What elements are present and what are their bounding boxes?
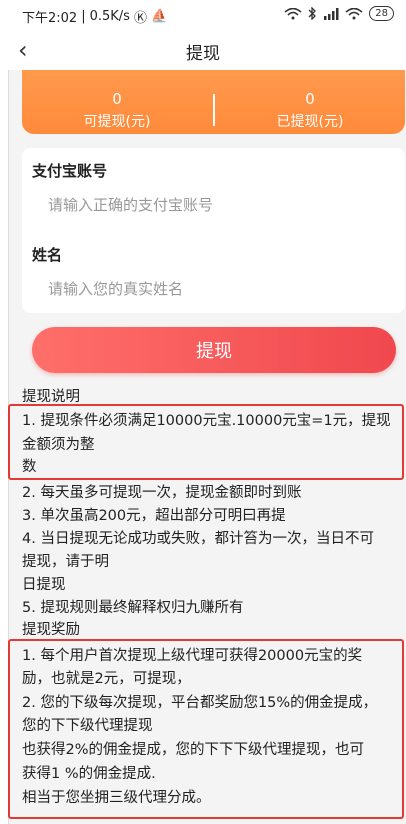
withdrawn-value: 0 [305,90,315,108]
page-title: 提现 [186,44,220,64]
signal-icon [324,7,339,20]
status-bar: 下午2:02 | 0.5K/s Ⓚ ⛵ 28 [0,0,406,30]
rule-5: 5. 提现规则最终解释权归九赚所有 [22,600,244,616]
k-icon: Ⓚ [133,11,147,26]
withdrawable-value: 0 [112,90,122,108]
rule-4-line-2: 提现，请于明 [22,554,109,570]
wifi-icon-2 [345,7,363,19]
withdrawable-label: 可提现(元) [83,114,151,130]
name-label: 姓名 [32,246,63,264]
highlight-box-rules [8,404,404,480]
status-left: 下午2:02 | 0.5K/s Ⓚ ⛵ [22,7,167,26]
rule-3: 3. 单次虽高200元，超出部分可明曰再提 [22,508,286,524]
status-separator: | [81,9,86,24]
highlight-box-rewards [8,639,404,819]
rule-4-line-1: 4. 当日提现无论成功或失败，都计笞为一次，当日不可 [22,531,374,547]
withdraw-button[interactable]: 提现 [32,327,396,373]
status-right: 28 [284,6,394,21]
withdrawn-block: 0 已提现(元) [215,90,405,131]
real-name-input[interactable] [48,278,388,300]
alipay-label: 支付宝账号 [32,162,108,180]
status-time: 下午2:02 [22,11,78,26]
boat-icon: ⛵ [150,9,168,24]
rule-4-line-3: 日提现 [22,577,66,593]
withdrawable-block: 0 可提现(元) [22,90,212,131]
wifi-icon [284,7,302,19]
rule-2: 2. 每天虽多可提现一次，提现金额即时到账 [22,485,302,501]
network-speed: 0.5K/s [89,9,130,24]
alipay-account-input[interactable] [48,194,388,216]
rewards-heading: 提现奖励 [22,622,80,638]
withdraw-form: 支付宝账号 姓名 [22,148,405,313]
balance-panel: 0 可提现(元) 0 已提现(元) [22,70,405,134]
bluetooth-icon [308,7,317,20]
nav-bar: ‹ 提现 [0,30,406,70]
battery-icon: 28 [369,6,394,21]
withdrawn-label: 已提现(元) [276,114,344,130]
